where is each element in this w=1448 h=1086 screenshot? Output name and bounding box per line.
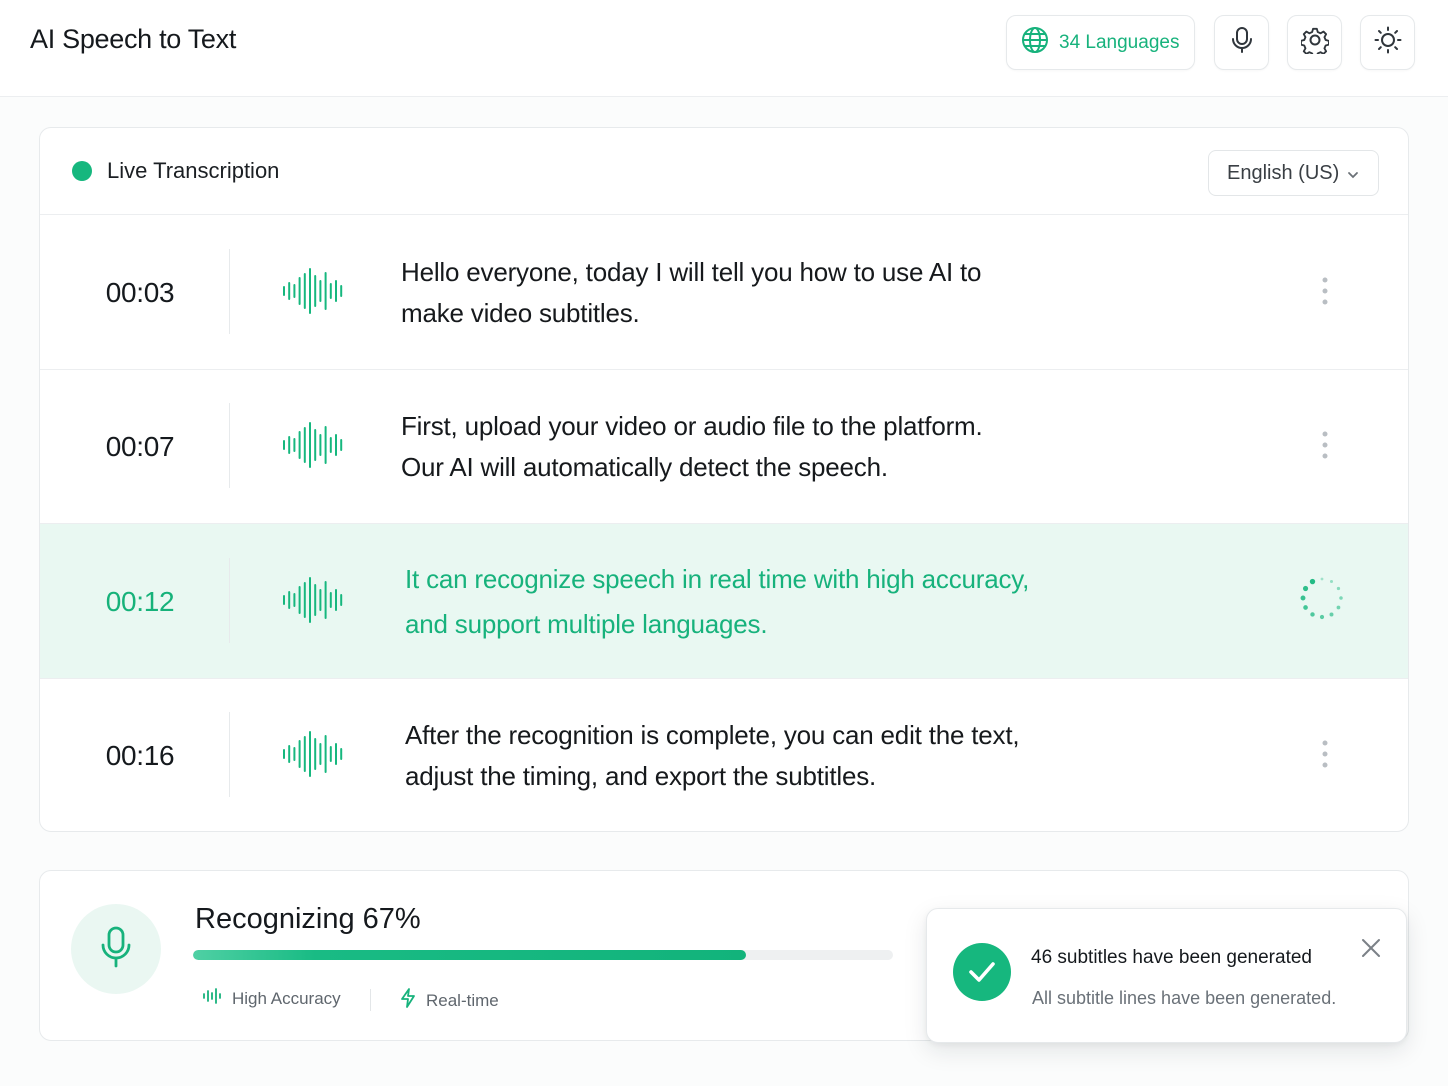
app-header: AI Speech to Text 34 Languages — [0, 0, 1448, 97]
more-options-icon[interactable] — [1322, 740, 1328, 773]
language-select[interactable]: English (US) — [1208, 150, 1379, 196]
segment-text[interactable]: Hello everyone, today I will tell you ho… — [401, 215, 1081, 370]
waveform-icon — [281, 731, 345, 782]
transcription-title: Live Transcription — [107, 158, 280, 183]
languages-button[interactable]: 34 Languages — [1006, 15, 1195, 70]
languages-label: 34 Languages — [1059, 31, 1180, 53]
recording-mic-button[interactable] — [71, 904, 161, 994]
transcription-panel: Live Transcription English (US) 00:03 He… — [39, 127, 1409, 832]
theme-toggle-button[interactable] — [1360, 15, 1415, 70]
transcript-row[interactable]: 00:07 First, upload your video or audio … — [40, 369, 1408, 524]
microphone-button[interactable] — [1214, 15, 1269, 70]
row-divider — [229, 558, 230, 643]
segment-timestamp: 00:07 — [105, 430, 175, 462]
toast-message: All subtitle lines have been generated. — [1032, 988, 1337, 1008]
feature-label: Real-time — [426, 990, 499, 1010]
segment-text-line: Hello everyone, today I will tell you ho… — [401, 256, 982, 287]
sun-icon — [1374, 26, 1402, 59]
segment-text-line: Our AI will automatically detect the spe… — [401, 451, 888, 482]
close-icon[interactable] — [1360, 937, 1382, 964]
segment-text[interactable]: It can recognize speech in real time wit… — [405, 524, 1085, 679]
segment-text-line: adjust the timing, and export the subtit… — [405, 760, 877, 791]
segment-timestamp: 00:16 — [105, 739, 175, 771]
feature-high-accuracy: High Accuracy — [202, 988, 341, 1009]
more-options-icon[interactable] — [1322, 277, 1328, 310]
transcript-row[interactable]: 00:03 Hello everyone, today I will tell … — [40, 215, 1408, 370]
segment-timestamp: 00:03 — [105, 276, 175, 308]
lightning-icon — [400, 988, 416, 1013]
live-indicator — [72, 161, 92, 181]
success-toast: 46 subtitles have been generated All sub… — [926, 908, 1407, 1043]
segment-text-line: It can recognize speech in real time wit… — [405, 563, 1030, 594]
segment-text-line: After the recognition is complete, you c… — [405, 719, 1020, 750]
soundwave-icon — [202, 988, 222, 1009]
segment-text-line: make video subtitles. — [401, 297, 640, 328]
progress-bar-fill — [193, 950, 746, 960]
segment-text[interactable]: After the recognition is complete, you c… — [405, 678, 1085, 831]
feature-divider — [370, 989, 371, 1011]
row-divider — [229, 403, 230, 488]
row-divider — [229, 249, 230, 334]
language-select-value: English (US) — [1227, 161, 1340, 184]
row-divider — [229, 712, 230, 797]
more-options-icon[interactable] — [1322, 431, 1328, 464]
globe-icon — [1021, 26, 1049, 60]
recognition-progress-label: Recognizing 67% — [195, 903, 421, 935]
microphone-icon — [99, 925, 133, 974]
waveform-icon — [281, 422, 345, 473]
progress-bar — [193, 950, 893, 960]
checkmark-icon — [953, 943, 1011, 1001]
settings-button[interactable] — [1287, 15, 1342, 70]
app-title: AI Speech to Text — [30, 24, 237, 54]
segment-timestamp: 00:12 — [105, 585, 175, 617]
transcript-row-active[interactable]: 00:12 It can recognize speech in real ti… — [40, 524, 1408, 679]
transcription-header: Live Transcription English (US) — [40, 128, 1408, 215]
feature-label: High Accuracy — [232, 988, 341, 1008]
feature-real-time: Real-time — [400, 988, 499, 1013]
loading-spinner-icon — [1299, 575, 1345, 626]
transcript-row[interactable]: 00:16 After the recognition is complete,… — [40, 678, 1408, 831]
waveform-icon — [281, 577, 345, 628]
segment-text-line: First, upload your video or audio file t… — [401, 410, 983, 441]
chevron-down-icon — [1346, 165, 1360, 188]
gear-icon — [1299, 26, 1330, 59]
microphone-icon — [1230, 26, 1254, 59]
segment-text-line: and support multiple languages. — [405, 608, 768, 639]
waveform-icon — [281, 268, 345, 319]
toast-title: 46 subtitles have been generated — [1031, 947, 1312, 968]
segment-text[interactable]: First, upload your video or audio file t… — [401, 369, 1081, 524]
